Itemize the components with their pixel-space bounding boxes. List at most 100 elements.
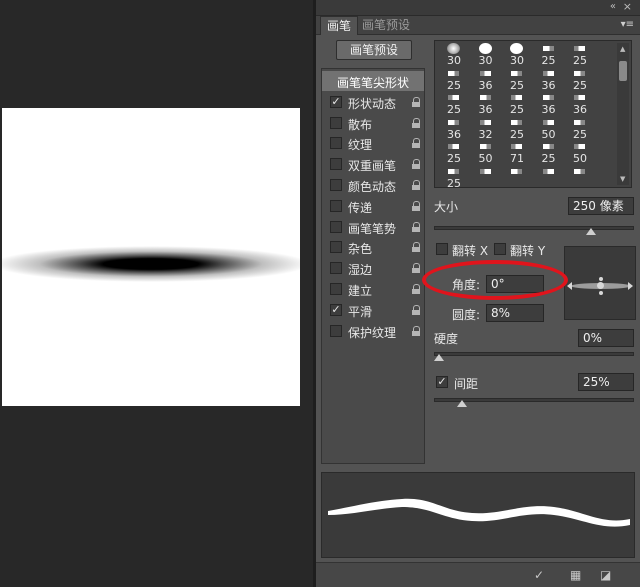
brush-tip[interactable]: 25 xyxy=(502,68,532,92)
angle-arrow-left-icon[interactable] xyxy=(567,282,572,290)
spacing-checkbox[interactable]: ✓ xyxy=(436,376,448,388)
size-slider-knob[interactable] xyxy=(586,228,596,235)
spacing-field[interactable]: 25% xyxy=(578,373,634,391)
hardness-slider[interactable] xyxy=(434,352,634,356)
option-checkbox[interactable] xyxy=(330,137,342,150)
option-checkbox[interactable] xyxy=(330,220,342,233)
brush-tip[interactable]: 30 xyxy=(439,43,469,67)
lock-icon[interactable] xyxy=(412,221,420,232)
brush-tip[interactable]: 25 xyxy=(565,117,595,141)
brush-option-10[interactable]: 建立 xyxy=(322,279,424,299)
scroll-up-icon[interactable]: ▲ xyxy=(620,45,625,53)
tip-grid-scrollbar[interactable]: ▲ ▼ xyxy=(617,43,629,185)
brush-tip[interactable]: 25 xyxy=(439,141,469,165)
brush-tip[interactable]: 50 xyxy=(565,141,595,165)
brush-option-5[interactable]: 颜色动态 xyxy=(322,175,424,195)
grid-icon[interactable]: ▦ xyxy=(570,568,581,582)
option-checkbox[interactable] xyxy=(330,158,342,171)
flip-x-checkbox[interactable] xyxy=(436,243,448,255)
size-field[interactable]: 250 像素 xyxy=(568,197,634,215)
brush-tip[interactable] xyxy=(534,166,564,190)
lock-icon[interactable] xyxy=(412,325,420,336)
document-canvas[interactable] xyxy=(2,108,300,406)
brush-option-4[interactable]: 双重画笔 xyxy=(322,154,424,174)
lock-icon[interactable] xyxy=(412,159,420,170)
scroll-down-icon[interactable]: ▼ xyxy=(620,175,625,183)
brush-option-8[interactable]: 杂色 xyxy=(322,237,424,257)
brush-tip[interactable]: 25 xyxy=(502,117,532,141)
brush-option-3[interactable]: 纹理 xyxy=(322,133,424,153)
brush-presets-button[interactable]: 画笔预设 xyxy=(336,40,412,60)
tab-brush[interactable]: 画笔 xyxy=(320,16,359,35)
option-checkbox[interactable] xyxy=(330,116,342,129)
option-checkbox[interactable] xyxy=(330,241,342,254)
brush-tip[interactable]: 30 xyxy=(502,43,532,67)
brush-tip[interactable]: 32 xyxy=(471,117,501,141)
option-checkbox[interactable] xyxy=(330,324,342,337)
brush-tip[interactable]: 36 xyxy=(471,68,501,92)
brush-tip[interactable]: 36 xyxy=(534,68,564,92)
brush-tip[interactable]: 25 xyxy=(502,92,532,116)
roundness-handle-top[interactable] xyxy=(599,277,603,281)
brush-option-12[interactable]: 保护纹理 xyxy=(322,321,424,341)
brush-tip[interactable]: 25 xyxy=(439,68,469,92)
brush-tip[interactable]: 36 xyxy=(534,92,564,116)
brush-option-6[interactable]: 传递 xyxy=(322,196,424,216)
option-checkbox[interactable] xyxy=(330,179,342,191)
brush-tip[interactable]: 36 xyxy=(565,92,595,116)
brush-tip[interactable]: 25 xyxy=(534,141,564,165)
brush-option-7[interactable]: 画笔笔势 xyxy=(322,217,424,237)
angle-arrow-right-icon[interactable] xyxy=(628,282,633,290)
lock-icon[interactable] xyxy=(412,263,420,274)
brush-tip[interactable]: 25 xyxy=(439,92,469,116)
brush-tool-icon[interactable]: ✓ xyxy=(534,568,544,582)
new-preset-icon[interactable]: ◪ xyxy=(600,568,611,582)
brush-tip[interactable] xyxy=(565,166,595,190)
lock-icon[interactable] xyxy=(412,96,420,107)
brush-tip[interactable]: 50 xyxy=(471,141,501,165)
panel-menu-icon[interactable]: ▾≡ xyxy=(621,19,634,30)
option-checkbox[interactable] xyxy=(330,262,342,275)
brush-tip[interactable]: 50 xyxy=(534,117,564,141)
close-icon[interactable]: × xyxy=(623,0,632,13)
brush-option-0[interactable]: 画笔笔尖形状 xyxy=(322,71,424,91)
roundness-handle-bottom[interactable] xyxy=(599,291,603,295)
hardness-slider-knob[interactable] xyxy=(434,354,444,361)
lock-icon[interactable] xyxy=(412,304,420,315)
option-checkbox[interactable]: ✓ xyxy=(330,303,342,316)
angle-roundness-widget[interactable] xyxy=(564,246,636,320)
hardness-field[interactable]: 0% xyxy=(578,329,634,347)
option-checkbox[interactable]: ✓ xyxy=(330,95,342,108)
option-checkbox[interactable] xyxy=(330,283,342,295)
brush-tip[interactable] xyxy=(471,166,501,190)
lock-icon[interactable] xyxy=(412,117,420,128)
brush-tip[interactable]: 25 xyxy=(534,43,564,67)
roundness-field[interactable]: 8% xyxy=(486,304,544,322)
brush-tip[interactable]: 71 xyxy=(502,141,532,165)
brush-option-9[interactable]: 湿边 xyxy=(322,258,424,278)
brush-option-11[interactable]: ✓ 平滑 xyxy=(322,300,424,320)
scroll-thumb[interactable] xyxy=(619,61,627,81)
lock-icon[interactable] xyxy=(412,284,420,294)
tab-brush-presets[interactable]: 画笔预设 xyxy=(356,16,416,35)
brush-tip[interactable]: 25 xyxy=(565,43,595,67)
lock-icon[interactable] xyxy=(412,242,420,253)
brush-option-2[interactable]: 散布 xyxy=(322,113,424,133)
lock-icon[interactable] xyxy=(412,138,420,149)
collapse-icon[interactable]: « xyxy=(610,1,616,12)
flip-y-checkbox[interactable] xyxy=(494,243,506,255)
brush-tip[interactable]: 25 xyxy=(565,68,595,92)
brush-tip[interactable]: 25 xyxy=(439,166,469,190)
brush-tip[interactable]: 36 xyxy=(439,117,469,141)
option-checkbox[interactable] xyxy=(330,199,342,212)
spacing-slider-knob[interactable] xyxy=(456,400,467,407)
brush-tip[interactable] xyxy=(502,166,532,190)
brush-tip-size: 50 xyxy=(541,127,556,141)
lock-icon[interactable] xyxy=(412,200,420,211)
size-slider[interactable] xyxy=(434,226,634,230)
brush-option-1[interactable]: ✓ 形状动态 xyxy=(322,92,424,112)
brush-tip-shape-icon xyxy=(479,70,491,76)
brush-tip[interactable]: 36 xyxy=(471,92,501,116)
brush-tip[interactable]: 30 xyxy=(471,43,501,67)
lock-icon[interactable] xyxy=(412,180,420,190)
